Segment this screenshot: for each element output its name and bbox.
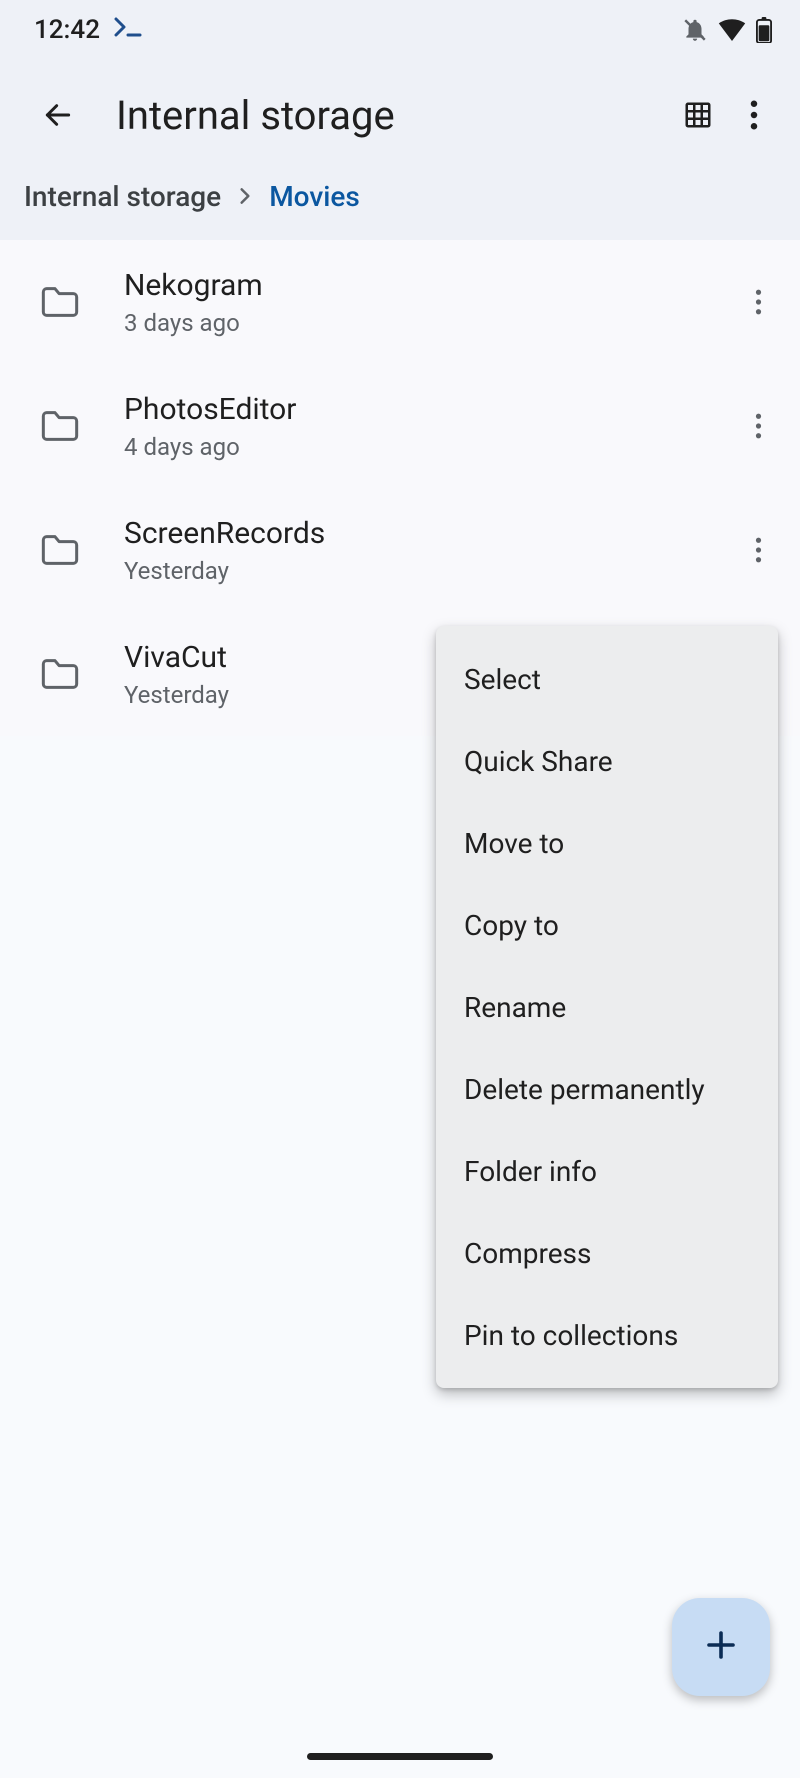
wifi-icon	[718, 19, 746, 41]
plus-icon	[703, 1627, 739, 1667]
menu-folder-info[interactable]: Folder info	[436, 1130, 778, 1212]
folder-name: Nekogram	[124, 268, 728, 303]
folder-icon	[34, 657, 86, 691]
menu-quick-share[interactable]: Quick Share	[436, 720, 778, 802]
menu-rename[interactable]: Rename	[436, 966, 778, 1048]
menu-compress[interactable]: Compress	[436, 1212, 778, 1294]
breadcrumb: Internal storage Movies	[0, 170, 800, 240]
mute-icon	[682, 17, 708, 43]
menu-pin-to-collections[interactable]: Pin to collections	[436, 1294, 778, 1376]
item-overflow-button[interactable]	[728, 272, 788, 332]
terminal-icon	[114, 15, 144, 45]
gesture-handle[interactable]	[307, 1753, 493, 1760]
back-button[interactable]	[30, 87, 86, 143]
battery-icon	[756, 17, 772, 43]
folder-meta: Yesterday	[124, 557, 728, 585]
menu-copy-to[interactable]: Copy to	[436, 884, 778, 966]
menu-select[interactable]: Select	[436, 638, 778, 720]
grid-view-button[interactable]	[670, 87, 726, 143]
list-item[interactable]: Nekogram 3 days ago	[0, 240, 800, 364]
folder-name: ScreenRecords	[124, 516, 728, 551]
item-overflow-button[interactable]	[728, 520, 788, 580]
menu-delete-permanently[interactable]: Delete permanently	[436, 1048, 778, 1130]
overflow-button[interactable]	[726, 87, 782, 143]
status-bar: 12:42	[0, 0, 800, 60]
context-menu: Select Quick Share Move to Copy to Renam…	[436, 626, 778, 1388]
add-fab[interactable]	[672, 1598, 770, 1696]
list-item[interactable]: PhotosEditor 4 days ago	[0, 364, 800, 488]
menu-move-to[interactable]: Move to	[436, 802, 778, 884]
page-title: Internal storage	[116, 92, 670, 139]
folder-name: PhotosEditor	[124, 392, 728, 427]
list-item[interactable]: ScreenRecords Yesterday	[0, 488, 800, 612]
chevron-right-icon	[235, 180, 255, 213]
folder-icon	[34, 409, 86, 443]
breadcrumb-root[interactable]: Internal storage	[24, 180, 221, 213]
app-bar: Internal storage	[0, 60, 800, 170]
item-overflow-button[interactable]	[728, 396, 788, 456]
folder-meta: 4 days ago	[124, 433, 728, 461]
status-left: 12:42	[34, 15, 144, 45]
folder-icon	[34, 285, 86, 319]
breadcrumb-current[interactable]: Movies	[269, 180, 360, 213]
status-right	[682, 17, 772, 43]
status-time: 12:42	[34, 15, 100, 45]
folder-icon	[34, 533, 86, 567]
folder-meta: 3 days ago	[124, 309, 728, 337]
